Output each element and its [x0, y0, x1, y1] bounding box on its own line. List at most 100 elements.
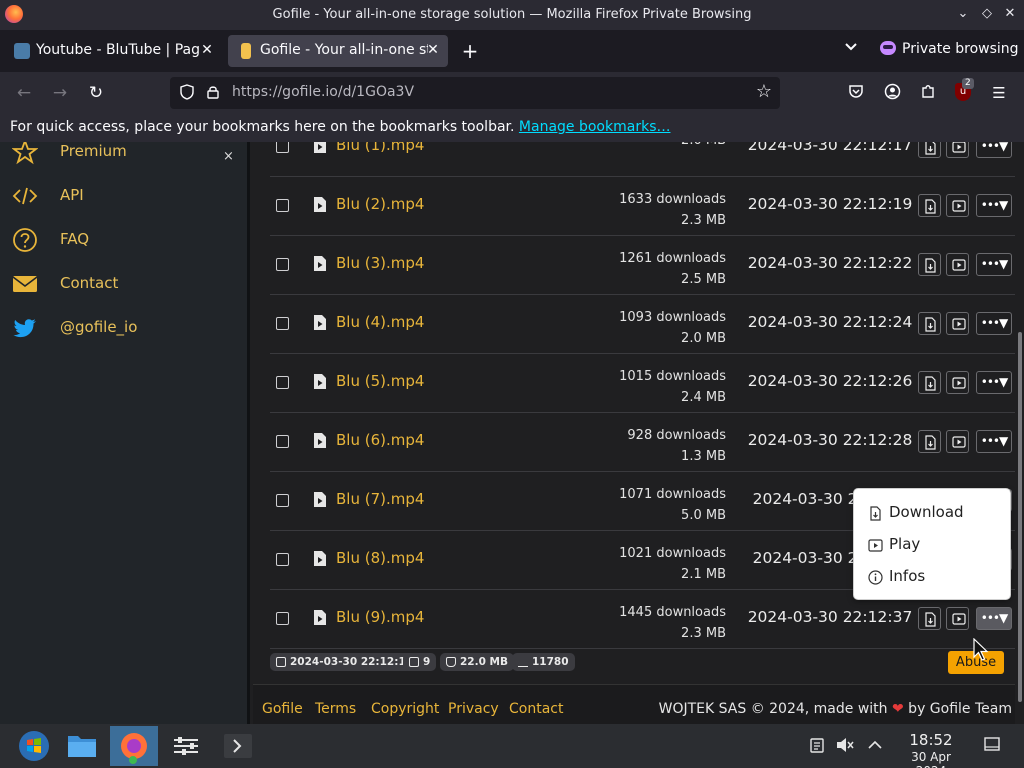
sidebar-item-premium[interactable]: Premium — [12, 142, 212, 167]
row-checkbox[interactable] — [276, 142, 289, 153]
file-name-link[interactable]: Blu (3).mp4 — [336, 254, 424, 272]
pocket-icon[interactable] — [846, 83, 866, 103]
row-checkbox[interactable] — [276, 258, 289, 271]
ublock-origin-icon[interactable]: u2 — [955, 78, 974, 101]
file-name-link[interactable]: Blu (2).mp4 — [336, 195, 424, 213]
sidebar-item-twitter[interactable]: @gofile_io — [12, 315, 212, 343]
tray-expand-chevron-icon[interactable] — [866, 737, 884, 755]
sidebar-close-icon[interactable]: × — [223, 149, 234, 164]
volume-muted-icon[interactable] — [836, 737, 854, 755]
tab-close-icon[interactable]: ✕ — [198, 41, 216, 59]
tracking-shield-icon[interactable] — [180, 84, 194, 100]
row-checkbox[interactable] — [276, 199, 289, 212]
row-checkbox[interactable] — [276, 376, 289, 389]
forward-button[interactable]: → — [48, 81, 72, 105]
table-row[interactable]: Blu (2).mp4 1633 downloads 2.3 MB 2024-03-3… — [270, 177, 1015, 236]
menu-hamburger-icon[interactable]: ☰ — [989, 83, 1009, 103]
taskbar-file-manager[interactable] — [58, 726, 106, 766]
footer-link-copyright[interactable]: Copyright — [371, 701, 439, 717]
file-name-link[interactable]: Blu (7).mp4 — [336, 490, 424, 508]
menu-item-infos[interactable]: Infos — [868, 566, 1008, 590]
maximize-diamond-icon[interactable]: ◇ — [979, 6, 995, 22]
close-window-icon[interactable]: ✕ — [1002, 6, 1018, 22]
lock-icon[interactable] — [207, 85, 219, 99]
tab-close-icon[interactable]: ✕ — [424, 41, 442, 59]
new-tab-button[interactable]: + — [458, 39, 482, 63]
taskbar-settings-mixer[interactable] — [162, 726, 210, 766]
account-icon[interactable] — [882, 83, 902, 103]
sidebar-item-api[interactable]: API — [12, 183, 212, 211]
download-file-button[interactable] — [918, 253, 941, 276]
manage-bookmarks-link[interactable]: Manage bookmarks… — [519, 119, 671, 135]
row-checkbox[interactable] — [276, 435, 289, 448]
table-row[interactable]: Blu (4).mp4 1093 downloads 2.0 MB 2024-03-3… — [270, 295, 1015, 354]
more-actions-dropdown-button[interactable]: •••▼ — [976, 430, 1012, 453]
start-menu-button[interactable] — [10, 726, 58, 766]
more-actions-dropdown-button[interactable]: •••▼ — [976, 607, 1012, 630]
download-file-button[interactable] — [918, 607, 941, 630]
footer-link-contact[interactable]: Contact — [509, 701, 563, 717]
sidebar-item-contact[interactable]: Contact — [12, 271, 212, 299]
page-scrollbar[interactable] — [1015, 142, 1024, 724]
scrollbar-thumb[interactable] — [1018, 332, 1022, 702]
file-download-icon — [925, 258, 936, 273]
download-file-button[interactable] — [918, 194, 941, 217]
play-file-button[interactable] — [946, 142, 969, 158]
download-file-button[interactable] — [918, 430, 941, 453]
file-download-icon — [925, 199, 936, 214]
file-name-link[interactable]: Blu (6).mp4 — [336, 431, 424, 449]
footer-link-privacy[interactable]: Privacy — [448, 701, 499, 717]
show-desktop-icon[interactable] — [983, 737, 1001, 755]
taskbar-firefox[interactable] — [110, 726, 158, 766]
file-name-link[interactable]: Blu (9).mp4 — [336, 608, 424, 626]
menu-item-download[interactable]: Download — [868, 502, 1008, 526]
file-size: 2.3 MB — [681, 213, 726, 228]
file-name-link[interactable]: Blu (1).mp4 — [336, 142, 424, 154]
footer-link-terms[interactable]: Terms — [315, 701, 356, 717]
play-file-button[interactable] — [946, 312, 969, 335]
footer-link-gofile[interactable]: Gofile — [262, 701, 303, 717]
url-text[interactable]: https://gofile.io/d/1GOa3V — [232, 84, 414, 100]
play-file-button[interactable] — [946, 371, 969, 394]
row-checkbox[interactable] — [276, 553, 289, 566]
row-checkbox[interactable] — [276, 494, 289, 507]
menu-item-play[interactable]: Play — [868, 534, 1008, 558]
file-name-link[interactable]: Blu (4).mp4 — [336, 313, 424, 331]
taskbar-clock[interactable]: 18:52 30 Apr 2024 — [895, 731, 967, 768]
download-file-button[interactable] — [918, 142, 941, 158]
download-file-button[interactable] — [918, 371, 941, 394]
play-file-button[interactable] — [946, 194, 969, 217]
file-date: 2024-03-30 22:12:17 — [747, 142, 913, 154]
table-row[interactable]: Blu (5).mp4 1015 downloads 2.4 MB 2024-03-3… — [270, 354, 1015, 413]
minimize-chevron-icon[interactable]: ⌄ — [955, 6, 971, 22]
back-button[interactable]: ← — [12, 81, 36, 105]
more-actions-dropdown-button[interactable]: •••▼ — [976, 194, 1012, 217]
file-name-link[interactable]: Blu (8).mp4 — [336, 549, 424, 567]
row-checkbox[interactable] — [276, 612, 289, 625]
tab-youtube-blutube[interactable]: Youtube - BluTube | Page ✕ — [4, 35, 222, 67]
play-file-button[interactable] — [946, 430, 969, 453]
url-bar[interactable]: https://gofile.io/d/1GOa3V ☆ — [170, 77, 780, 109]
list-all-tabs-chevron-icon[interactable] — [844, 41, 858, 55]
tab-gofile[interactable]: Gofile - Your all-in-one st ✕ — [228, 35, 448, 67]
row-checkbox[interactable] — [276, 317, 289, 330]
bookmark-star-icon[interactable]: ☆ — [754, 82, 774, 102]
extensions-puzzle-icon[interactable] — [918, 83, 938, 103]
play-file-button[interactable] — [946, 607, 969, 630]
play-file-button[interactable] — [946, 253, 969, 276]
sidebar-item-faq[interactable]: FAQ — [12, 227, 212, 255]
taskbar-terminal[interactable] — [214, 726, 262, 766]
reload-button[interactable]: ↻ — [84, 81, 108, 105]
file-name-link[interactable]: Blu (5).mp4 — [336, 372, 424, 390]
table-row[interactable]: Blu (6).mp4 928 downloads 1.3 MB 2024-03-30… — [270, 413, 1015, 472]
table-row[interactable]: Blu (3).mp4 1261 downloads 2.5 MB 2024-03-3… — [270, 236, 1015, 295]
more-actions-dropdown-button[interactable]: •••▼ — [976, 253, 1012, 276]
download-file-button[interactable] — [918, 312, 941, 335]
more-actions-dropdown-button[interactable]: •••▼ — [976, 142, 1012, 158]
more-actions-dropdown-button[interactable]: •••▼ — [976, 312, 1012, 335]
file-date: 2024-03-30 22:12:37 — [747, 608, 913, 626]
table-row[interactable]: Blu (1).mp4 2.0 MB 2024-03-30 22:12:17 •••▼ — [270, 142, 1015, 177]
clipboard-icon[interactable] — [808, 737, 826, 755]
more-actions-dropdown-button[interactable]: •••▼ — [976, 371, 1012, 394]
blutube-favicon-icon — [14, 43, 30, 59]
